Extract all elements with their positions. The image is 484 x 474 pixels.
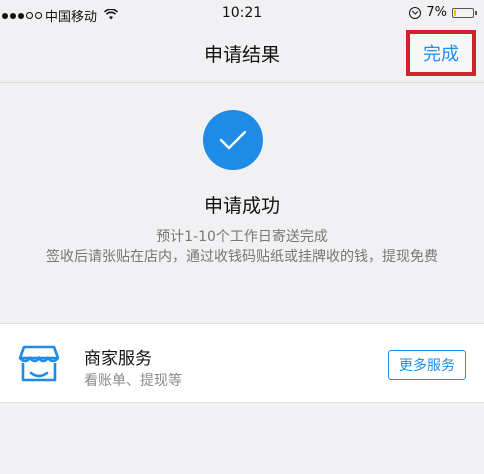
service-subtitle: 看账单、提现等	[84, 373, 182, 389]
more-services-button[interactable]: 更多服务	[388, 350, 466, 380]
battery-area: 7%	[409, 5, 477, 20]
service-title: 商家服务	[84, 349, 152, 369]
result-section: 申请成功 预计1-10个工作日寄送完成 签收后请张贴在店内，通过收钱码贴纸或挂牌…	[0, 83, 484, 323]
usage-note: 签收后请张贴在店内，通过收钱码贴纸或挂牌收的钱，提现免费	[46, 249, 438, 265]
result-description: 预计1-10个工作日寄送完成 签收后请张贴在店内，通过收钱码贴纸或挂牌收的钱，提…	[20, 227, 464, 267]
more-services-label: 更多服务	[399, 358, 455, 374]
done-button[interactable]: 完成	[406, 30, 476, 76]
battery-level	[454, 9, 456, 16]
delivery-estimate: 预计1-10个工作日寄送完成	[156, 229, 328, 245]
rotation-lock-icon	[409, 6, 422, 19]
battery-icon	[452, 7, 477, 18]
navigation-bar: 申请结果 完成	[0, 28, 484, 82]
status-bar: 中国移动 10:21 7%	[0, 0, 484, 28]
success-title: 申请成功	[203, 195, 280, 217]
shop-icon	[18, 344, 60, 384]
merchant-service-row[interactable]: 商家服务 看账单、提现等 更多服务	[0, 323, 484, 403]
done-button-label: 完成	[423, 44, 459, 65]
check-icon	[203, 110, 263, 170]
battery-percent: 7%	[426, 5, 447, 20]
